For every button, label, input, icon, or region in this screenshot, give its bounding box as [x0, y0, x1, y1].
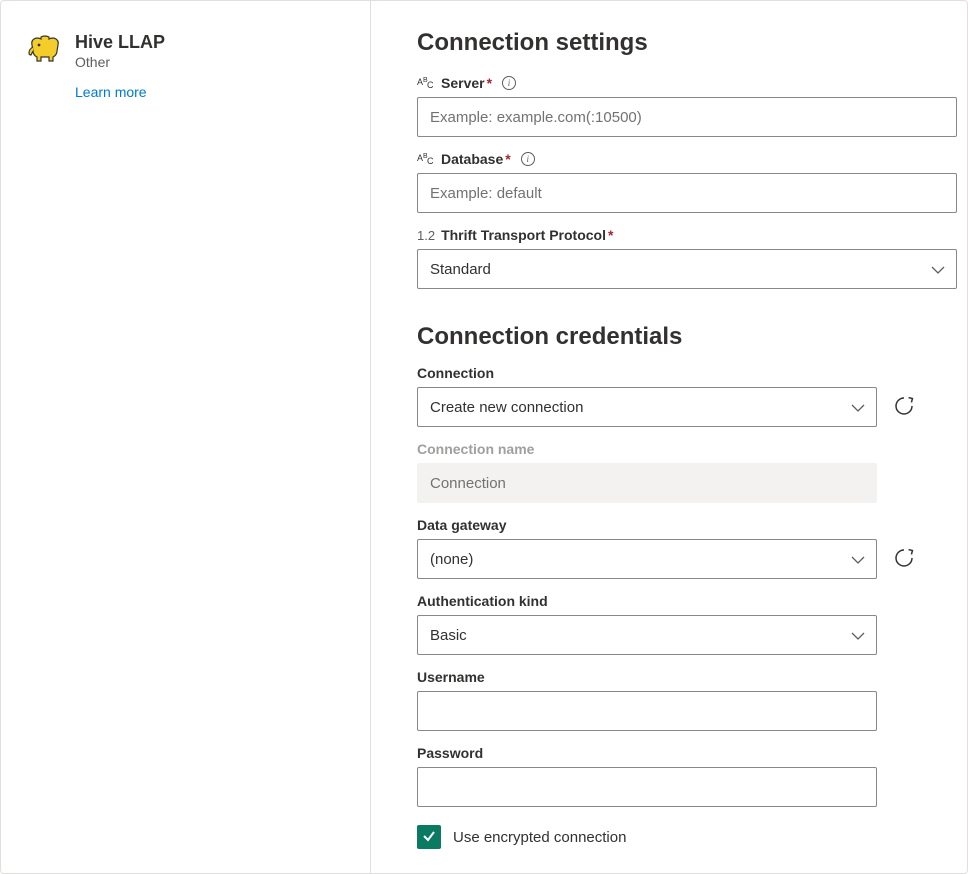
connector-subtitle: Other	[75, 54, 165, 70]
connection-field: Connection Create new connection	[417, 365, 953, 427]
connection-row: Create new connection	[417, 387, 953, 427]
password-label: Password	[417, 745, 483, 761]
database-field: ABC Database* i	[417, 151, 953, 213]
connection-name-input	[417, 463, 877, 503]
svg-text:C: C	[427, 80, 434, 90]
thrift-label-row: 1.2 Thrift Transport Protocol*	[417, 227, 953, 243]
encrypted-row: Use encrypted connection	[417, 825, 953, 849]
connection-name-label-row: Connection name	[417, 441, 953, 457]
auth-kind-select-wrap: Basic	[417, 615, 877, 655]
sidebar: Hive LLAP Other Learn more	[1, 1, 371, 873]
connector-info: Hive LLAP Other Learn more	[75, 31, 165, 100]
encrypted-checkbox[interactable]	[417, 825, 441, 849]
username-field: Username	[417, 669, 953, 731]
username-label: Username	[417, 669, 485, 685]
text-type-icon: ABC	[417, 76, 435, 90]
connection-select[interactable]: Create new connection	[417, 387, 877, 427]
connection-name-field: Connection name	[417, 441, 953, 503]
number-type-icon: 1.2	[417, 228, 435, 243]
dialog-container: Hive LLAP Other Learn more Connection se…	[0, 0, 968, 874]
info-icon[interactable]: i	[502, 76, 516, 90]
checkmark-icon	[421, 828, 437, 847]
data-gateway-select[interactable]: (none)	[417, 539, 877, 579]
encrypted-label: Use encrypted connection	[453, 829, 626, 846]
connection-name-label: Connection name	[417, 441, 534, 457]
data-gateway-label: Data gateway	[417, 517, 506, 533]
auth-kind-label: Authentication kind	[417, 593, 548, 609]
data-gateway-label-row: Data gateway	[417, 517, 953, 533]
data-gateway-select-wrap: (none)	[417, 539, 877, 579]
refresh-gateway-button[interactable]	[891, 546, 917, 572]
thrift-label: Thrift Transport Protocol*	[441, 227, 613, 243]
hive-elephant-icon	[27, 31, 63, 67]
connection-label: Connection	[417, 365, 494, 381]
connector-header: Hive LLAP Other Learn more	[27, 31, 344, 100]
connection-credentials-heading: Connection credentials	[417, 323, 953, 351]
info-icon[interactable]: i	[521, 152, 535, 166]
password-field: Password	[417, 745, 953, 807]
data-gateway-row: (none)	[417, 539, 953, 579]
connection-label-row: Connection	[417, 365, 953, 381]
username-input[interactable]	[417, 691, 877, 731]
server-field: ABC Server* i	[417, 75, 953, 137]
thrift-select-wrap: Standard	[417, 249, 957, 289]
refresh-icon	[893, 547, 915, 572]
connection-select-wrap: Create new connection	[417, 387, 877, 427]
text-type-icon: ABC	[417, 152, 435, 166]
username-label-row: Username	[417, 669, 953, 685]
connection-settings-heading: Connection settings	[417, 29, 953, 57]
thrift-field: 1.2 Thrift Transport Protocol* Standard	[417, 227, 953, 289]
database-input[interactable]	[417, 173, 957, 213]
database-label-row: ABC Database* i	[417, 151, 953, 167]
data-gateway-field: Data gateway (none)	[417, 517, 953, 579]
learn-more-link[interactable]: Learn more	[75, 84, 165, 100]
auth-kind-field: Authentication kind Basic	[417, 593, 953, 655]
password-input[interactable]	[417, 767, 877, 807]
main-panel: Connection settings ABC Server* i ABC Da…	[371, 1, 967, 873]
connector-title: Hive LLAP	[75, 31, 165, 54]
thrift-select[interactable]: Standard	[417, 249, 957, 289]
server-label-row: ABC Server* i	[417, 75, 953, 91]
auth-kind-label-row: Authentication kind	[417, 593, 953, 609]
refresh-icon	[893, 395, 915, 420]
svg-text:C: C	[427, 156, 434, 166]
auth-kind-select[interactable]: Basic	[417, 615, 877, 655]
server-input[interactable]	[417, 97, 957, 137]
database-label: Database*	[441, 151, 511, 167]
server-label: Server*	[441, 75, 492, 91]
refresh-connection-button[interactable]	[891, 394, 917, 420]
password-label-row: Password	[417, 745, 953, 761]
